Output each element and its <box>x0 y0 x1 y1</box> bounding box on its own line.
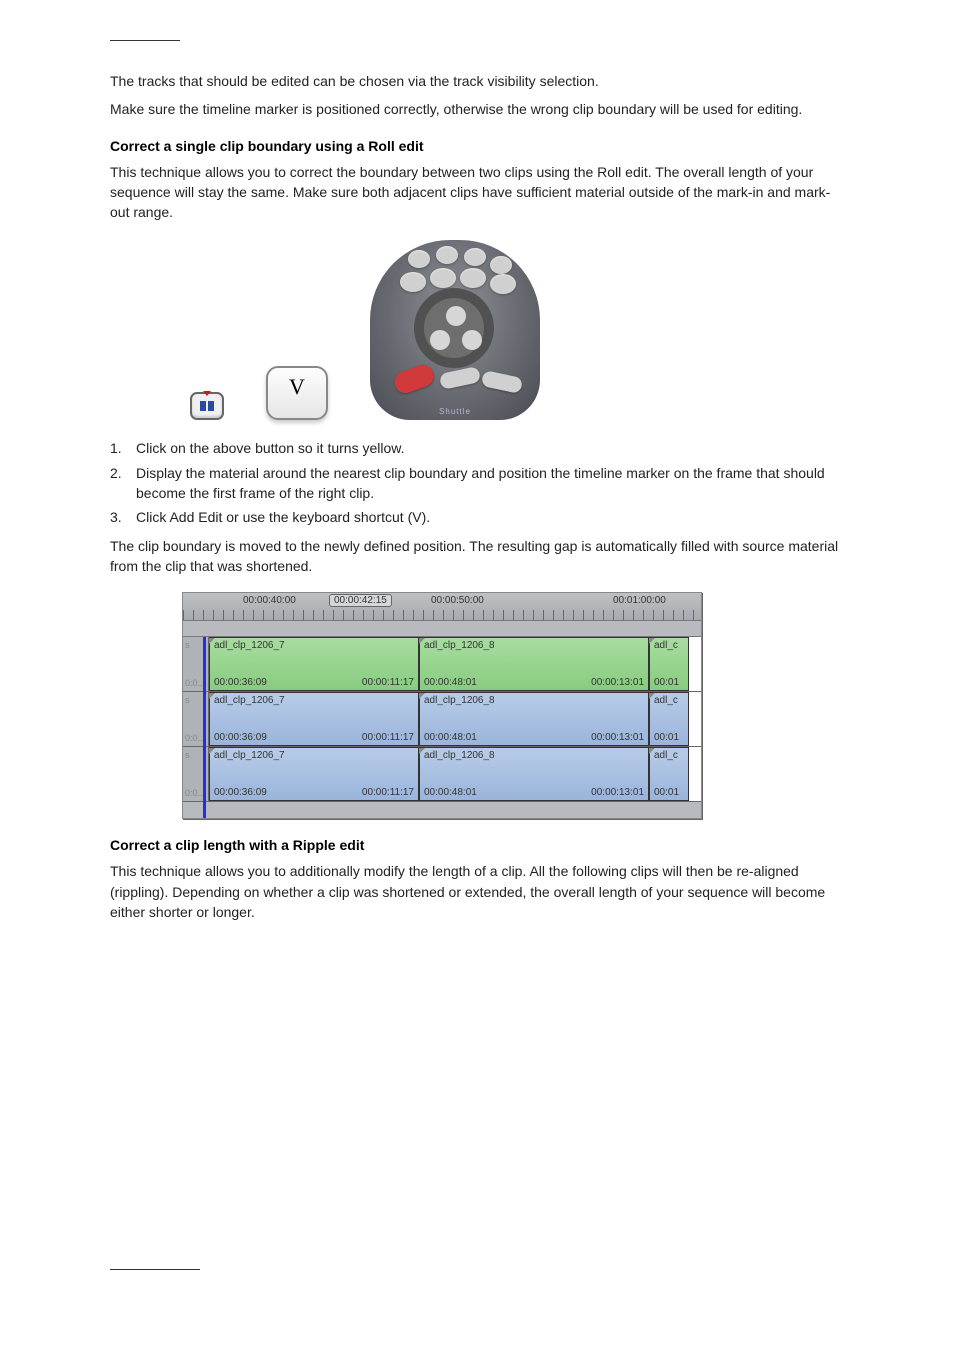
add-edit-icon <box>190 392 224 420</box>
clip[interactable]: adl_clp_1206_8 00:00:48:01 00:00:13:01 <box>419 637 649 691</box>
header-rule <box>110 40 180 41</box>
shuttle-remote: Shuttle <box>370 240 540 420</box>
shortcut-illustration: V Shuttle <box>190 240 844 420</box>
key-v: V <box>266 366 328 420</box>
ruler-tick-2: 00:00:50:00 <box>431 595 484 606</box>
step-1: 1.Click on the above button so it turns … <box>110 438 844 458</box>
clip[interactable]: adl_clp_1206_7 00:00:36:0900:00:11:17 <box>209 692 419 746</box>
clip-in: 00:00:36:09 <box>214 677 267 688</box>
playhead-icon[interactable] <box>203 637 206 818</box>
clip[interactable]: adl_c 00:01 <box>649 637 689 691</box>
track-row-1: s0:0.. adl_clp_1206_7 00:00:36:0900:00:1… <box>183 637 701 692</box>
clip-name: adl_c <box>654 640 678 651</box>
clip-dur: 00:00:11:17 <box>362 677 414 688</box>
track-row-3: s0:0.. adl_clp_1206_7 00:00:36:0900:00:1… <box>183 747 701 802</box>
section2-p1: This technique allows you to additionall… <box>110 861 844 922</box>
clip[interactable]: adl_clp_1206_7 00:00:36:09 00:00:11:17 <box>209 637 419 691</box>
section1-title: Correct a single clip boundary using a R… <box>110 138 844 154</box>
playhead-label[interactable]: 00:00:42:15 <box>329 594 392 607</box>
clip-dur: 00:00:13:01 <box>591 677 644 688</box>
timeline-ruler[interactable]: 00:00:40:00 00:00:42:15 00:00:50:00 00:0… <box>183 593 701 621</box>
step-3: 3.Click Add Edit or use the keyboard sho… <box>110 507 844 527</box>
clip-name: adl_clp_1206_7 <box>214 640 285 651</box>
clip[interactable]: adl_c 00:01 <box>649 692 689 746</box>
clip[interactable]: adl_clp_1206_7 00:00:36:0900:00:11:17 <box>209 747 419 801</box>
track-row-2: s0:0.. adl_clp_1206_7 00:00:36:0900:00:1… <box>183 692 701 747</box>
clip-in: 00:01 <box>654 677 679 688</box>
intro-p1: The tracks that should be edited can be … <box>110 71 844 91</box>
clip[interactable]: adl_clp_1206_8 00:00:48:0100:00:13:01 <box>419 747 649 801</box>
footer-rule <box>110 1269 200 1270</box>
timeline-body: s0:0.. adl_clp_1206_7 00:00:36:0900:00:1… <box>183 637 701 818</box>
step-2: 2.Display the material around the neares… <box>110 463 844 504</box>
clip[interactable]: adl_c 00:01 <box>649 747 689 801</box>
section1-p2: The clip boundary is moved to the newly … <box>110 536 844 577</box>
timeline: 00:00:40:00 00:00:42:15 00:00:50:00 00:0… <box>182 592 702 819</box>
remote-red-button <box>391 362 436 396</box>
section1-p1: This technique allows you to correct the… <box>110 162 844 223</box>
ruler-tick-1: 00:00:40:00 <box>243 595 296 606</box>
ruler-tick-3: 00:01:00:00 <box>613 595 666 606</box>
intro-p2: Make sure the timeline marker is positio… <box>110 99 844 119</box>
clip-in: 00:00:48:01 <box>424 677 477 688</box>
section2-title: Correct a clip length with a Ripple edit <box>110 837 844 853</box>
document-page: The tracks that should be edited can be … <box>0 0 954 1350</box>
clip-name: adl_clp_1206_8 <box>424 640 495 651</box>
clip[interactable]: adl_clp_1206_8 00:00:48:0100:00:13:01 <box>419 692 649 746</box>
